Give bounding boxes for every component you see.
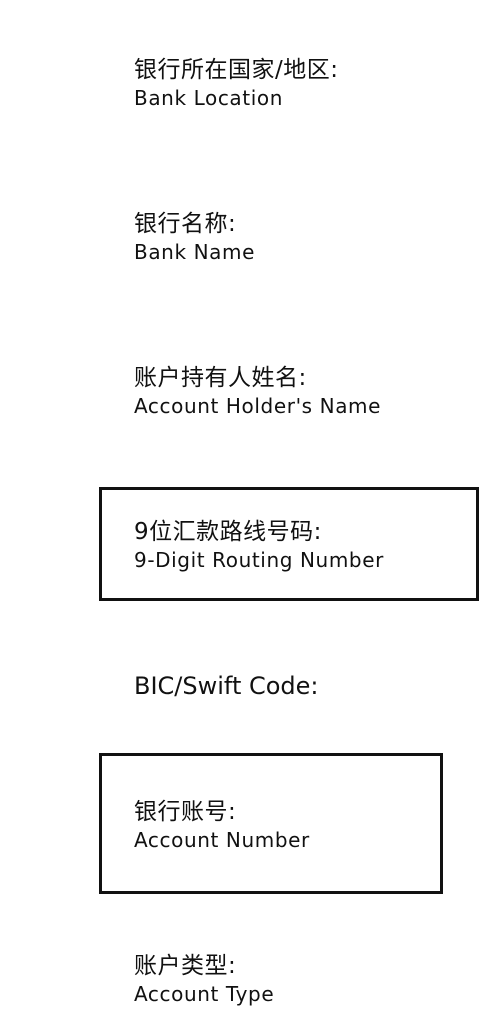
account-holder-name-label-zh: 账户持有人姓名: (134, 365, 307, 391)
account-type-label-en: Account Type (134, 982, 275, 1006)
account-type-label-zh: 账户类型: (134, 953, 237, 979)
bank-location-label-zh: 银行所在国家/地区: (134, 57, 339, 83)
bic-swift-field: BIC/Swift Code: (134, 671, 319, 701)
routing-number-label-zh: 9位汇款路线号码: (134, 519, 322, 545)
routing-number-field: 9位汇款路线号码: 9-Digit Routing Number (134, 517, 384, 573)
account-number-field: 银行账号: Account Number (134, 797, 310, 853)
bank-name-label-zh: 银行名称: (134, 211, 237, 237)
routing-number-label-en: 9-Digit Routing Number (134, 548, 384, 572)
bank-location-field: 银行所在国家/地区: Bank Location (134, 55, 339, 111)
account-type-field: 账户类型: Account Type (134, 951, 274, 1007)
bank-name-label-en: Bank Name (134, 240, 255, 264)
bank-name-field: 银行名称: Bank Name (134, 209, 255, 265)
bic-swift-label: BIC/Swift Code: (134, 672, 319, 700)
account-number-label-en: Account Number (134, 828, 310, 852)
account-holder-name-field: 账户持有人姓名: Account Holder's Name (134, 363, 381, 419)
account-number-label-zh: 银行账号: (134, 799, 237, 825)
bank-location-label-en: Bank Location (134, 86, 283, 110)
account-holder-name-label-en: Account Holder's Name (134, 394, 382, 418)
